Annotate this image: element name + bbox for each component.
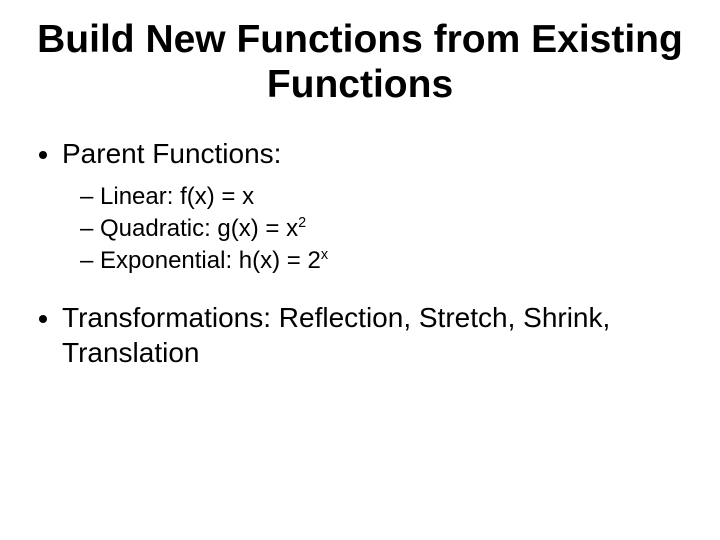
- linear-text: Linear: f(x) = x: [100, 183, 254, 210]
- sub-bullet-quadratic: Quadratic: g(x) = x2: [80, 213, 684, 245]
- transformations-text: Transformations: Reflection, Stretch, Sh…: [62, 302, 610, 368]
- bullet-list: Parent Functions: Linear: f(x) = x Quadr…: [36, 136, 684, 370]
- exponential-exponent: x: [321, 247, 328, 263]
- sub-bullet-exponential: Exponential: h(x) = 2x: [80, 245, 684, 277]
- slide: Build New Functions from Existing Functi…: [0, 0, 720, 540]
- quadratic-text: Quadratic: g(x) = x: [100, 215, 298, 242]
- bullet-transformations: Transformations: Reflection, Stretch, Sh…: [62, 300, 684, 370]
- bullet-parent-functions: Parent Functions: Linear: f(x) = x Quadr…: [62, 136, 684, 278]
- quadratic-exponent: 2: [298, 215, 306, 231]
- sub-bullet-linear: Linear: f(x) = x: [80, 181, 684, 213]
- slide-title: Build New Functions from Existing Functi…: [36, 18, 684, 108]
- sub-bullet-list: Linear: f(x) = x Quadratic: g(x) = x2 Ex…: [62, 181, 684, 278]
- exponential-text: Exponential: h(x) = 2: [100, 247, 321, 274]
- parent-functions-label: Parent Functions:: [62, 138, 281, 169]
